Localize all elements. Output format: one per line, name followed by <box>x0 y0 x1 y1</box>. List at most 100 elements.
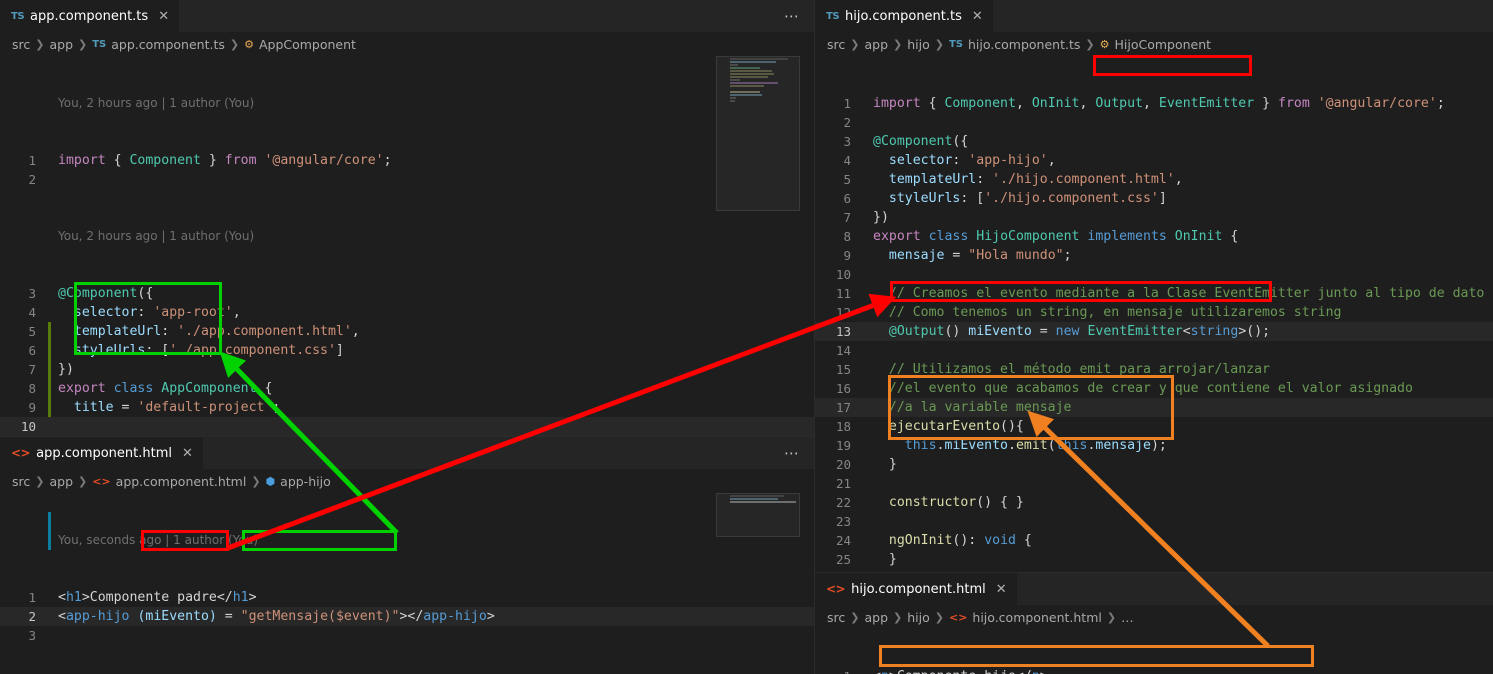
pane-divider-horizontal-left[interactable] <box>0 436 814 437</box>
line-number: 3 <box>843 134 851 149</box>
code-line[interactable]: 10 <box>0 417 814 436</box>
tab-hijo-component-ts[interactable]: TS hijo.component.ts ✕ <box>815 0 994 32</box>
editor-pane-hijo-component-html: <> hijo.component.html ✕ src ❯ app ❯ hij… <box>815 573 1493 674</box>
tab-app-component-html[interactable]: <> app.component.html ✕ <box>0 437 204 469</box>
breadcrumb-item-file[interactable]: app.component.html <box>116 474 247 489</box>
vscode-window: TS app.component.ts ✕ ⋯ src ❯ app ❯ TS a… <box>0 0 1493 674</box>
tab-app-component-ts[interactable]: TS app.component.ts ✕ <box>0 0 181 32</box>
code-line[interactable]: 3 <box>0 626 814 645</box>
code-line[interactable]: 25 } <box>815 550 1493 569</box>
scrollbar-bottom-left[interactable] <box>800 469 814 674</box>
breadcrumb-item-file[interactable]: hijo.component.html <box>972 610 1101 625</box>
more-actions-icon[interactable]: ⋯ <box>784 445 800 461</box>
code-line[interactable]: 2 <app-hijo (miEvento) = "getMensaje($eve… <box>0 607 814 626</box>
breadcrumb-top-left[interactable]: src ❯ app ❯ TS app.component.ts ❯ ⚙ AppC… <box>0 32 814 56</box>
code-line[interactable]: 11 // Creamos el evento mediante a la Cl… <box>815 284 1493 303</box>
line-number: 8 <box>843 229 851 244</box>
breadcrumb-item-src[interactable]: src <box>12 474 30 489</box>
breadcrumb-item-app[interactable]: app <box>864 37 888 52</box>
line-number: 3 <box>28 286 36 301</box>
breadcrumb-item-symbol[interactable]: HijoComponent <box>1114 37 1211 52</box>
breadcrumb-item-src[interactable]: src <box>827 610 845 625</box>
line-number: 22 <box>835 495 851 510</box>
breadcrumb-bottom-left[interactable]: src ❯ app ❯ <> app.component.html ❯ ⬢ ap… <box>0 469 814 493</box>
breadcrumb-item-hijo[interactable]: hijo <box>907 37 930 52</box>
breadcrumb-item-app[interactable]: app <box>49 37 73 52</box>
code-line[interactable]: 13 @Output() miEvento = new EventEmitter… <box>815 322 1493 341</box>
code-line[interactable]: 2 <box>0 170 814 189</box>
breadcrumb-item-src[interactable]: src <box>12 37 30 52</box>
code-line[interactable]: 19 this.miEvento.emit(this.mensaje); <box>815 436 1493 455</box>
code-line[interactable]: 1 import { Component } from '@angular/cor… <box>0 151 814 170</box>
code-text: }) <box>873 210 889 225</box>
close-icon[interactable]: ✕ <box>182 447 193 460</box>
code-area-bottom-right[interactable]: 1<p>Componente hijo</p>2<button (click) … <box>815 629 1493 674</box>
code-area-top-right[interactable]: 1 import { Component, OnInit, Output, Eve… <box>815 56 1493 573</box>
code-line[interactable]: 5 templateUrl: './hijo.component.html', <box>815 170 1493 189</box>
breadcrumb-item-file[interactable]: hijo.component.ts <box>968 37 1080 52</box>
code-line[interactable]: 16 //el evento que acabamos de crear y q… <box>815 379 1493 398</box>
code-text: title = 'default-project'; <box>73 400 281 415</box>
close-icon[interactable]: ✕ <box>972 10 983 23</box>
code-line[interactable]: 12 // Como tenemos un string, en mensaje… <box>815 303 1493 322</box>
code-text: <h1>Componente padre</h1> <box>58 590 257 605</box>
code-line[interactable]: 14 <box>815 341 1493 360</box>
breadcrumb-item-symbol[interactable]: AppComponent <box>259 37 356 52</box>
tab-hijo-component-html[interactable]: <> hijo.component.html ✕ <box>815 573 1018 605</box>
code-text: this.miEvento.emit(this.mensaje); <box>904 438 1167 453</box>
breadcrumb-item-app[interactable]: app <box>864 610 888 625</box>
code-line[interactable]: 10 <box>815 265 1493 284</box>
code-line[interactable]: 4 selector: 'app-hijo', <box>815 151 1493 170</box>
close-icon[interactable]: ✕ <box>996 583 1007 596</box>
close-icon[interactable]: ✕ <box>158 10 169 23</box>
breadcrumb-item-hijo[interactable]: hijo <box>907 610 930 625</box>
pane-divider-horizontal-right[interactable] <box>815 572 1493 573</box>
code-line[interactable]: 23 <box>815 512 1493 531</box>
code-line[interactable]: 5 templateUrl: './app.component.html', <box>0 322 814 341</box>
code-line[interactable]: 24 ngOnInit(): void { <box>815 531 1493 550</box>
breadcrumb-item-src[interactable]: src <box>827 37 845 52</box>
breadcrumb-item-app[interactable]: app <box>49 474 73 489</box>
breadcrumb-item-file[interactable]: app.component.ts <box>111 37 225 52</box>
code-line[interactable]: 7}) <box>815 208 1493 227</box>
code-line[interactable]: 7}) <box>0 360 814 379</box>
scrollbar-bottom-right[interactable] <box>1479 605 1493 674</box>
code-line[interactable]: 9 title = 'default-project'; <box>0 398 814 417</box>
code-line[interactable]: 21 <box>815 474 1493 493</box>
code-line[interactable]: 1<p>Componente hijo</p> <box>815 667 1493 674</box>
chevron-right-icon: ❯ <box>893 610 903 624</box>
breadcrumb-item-more[interactable]: … <box>1121 610 1134 625</box>
code-line[interactable]: 3 @Component({ <box>815 132 1493 151</box>
code-area-bottom-left[interactable]: You, seconds ago | 1 author (You) 1 <h1>C… <box>0 493 814 674</box>
minimap-slider[interactable] <box>716 493 800 537</box>
breadcrumb-bottom-right[interactable]: src ❯ app ❯ hijo ❯ <> hijo.component.htm… <box>815 605 1493 629</box>
code-line[interactable]: 2 <box>815 113 1493 132</box>
code-line[interactable]: 22 constructor() { } <box>815 493 1493 512</box>
code-line[interactable]: 1 import { Component, OnInit, Output, Eve… <box>815 94 1493 113</box>
minimap-slider[interactable] <box>716 56 800 211</box>
scrollbar-top-right[interactable] <box>1479 32 1493 573</box>
code-line[interactable]: 20 } <box>815 455 1493 474</box>
code-text: <p>Componente hijo</p> <box>867 667 1493 674</box>
code-line[interactable]: 3 @Component({ <box>0 284 814 303</box>
code-line[interactable]: 18 ejecutarEvento(){ <box>815 417 1493 436</box>
html-file-icon: <> <box>826 582 846 596</box>
breadcrumb-item-symbol[interactable]: app-hijo <box>280 474 331 489</box>
line-number: 10 <box>20 419 36 434</box>
code-line[interactable]: 8 export class HijoComponent implements O… <box>815 227 1493 246</box>
typescript-file-icon: TS <box>92 38 107 50</box>
chevron-right-icon: ❯ <box>934 610 944 624</box>
more-actions-icon[interactable]: ⋯ <box>784 8 800 24</box>
code-text: @Component({ <box>58 286 154 301</box>
code-line[interactable]: 9 mensaje = "Hola mundo"; <box>815 246 1493 265</box>
code-line[interactable]: 1 <h1>Componente padre</h1> <box>0 588 814 607</box>
scrollbar-top-left[interactable] <box>800 32 814 437</box>
code-line[interactable]: 6 styleUrls: ['./hijo.component.css'] <box>815 189 1493 208</box>
code-line[interactable]: 8 export class AppComponent { <box>0 379 814 398</box>
code-line[interactable]: 4 selector: 'app-root', <box>0 303 814 322</box>
breadcrumb-top-right[interactable]: src ❯ app ❯ hijo ❯ TS hijo.component.ts … <box>815 32 1493 56</box>
code-area-top-left[interactable]: You, 2 hours ago | 1 author (You) 1 impor… <box>0 56 814 437</box>
code-line[interactable]: 6 styleUrls: ['./app.component.css'] <box>0 341 814 360</box>
code-line[interactable]: 15 // Utilizamos el método emit para arr… <box>815 360 1493 379</box>
code-line[interactable]: 17 //a la variable mensaje <box>815 398 1493 417</box>
